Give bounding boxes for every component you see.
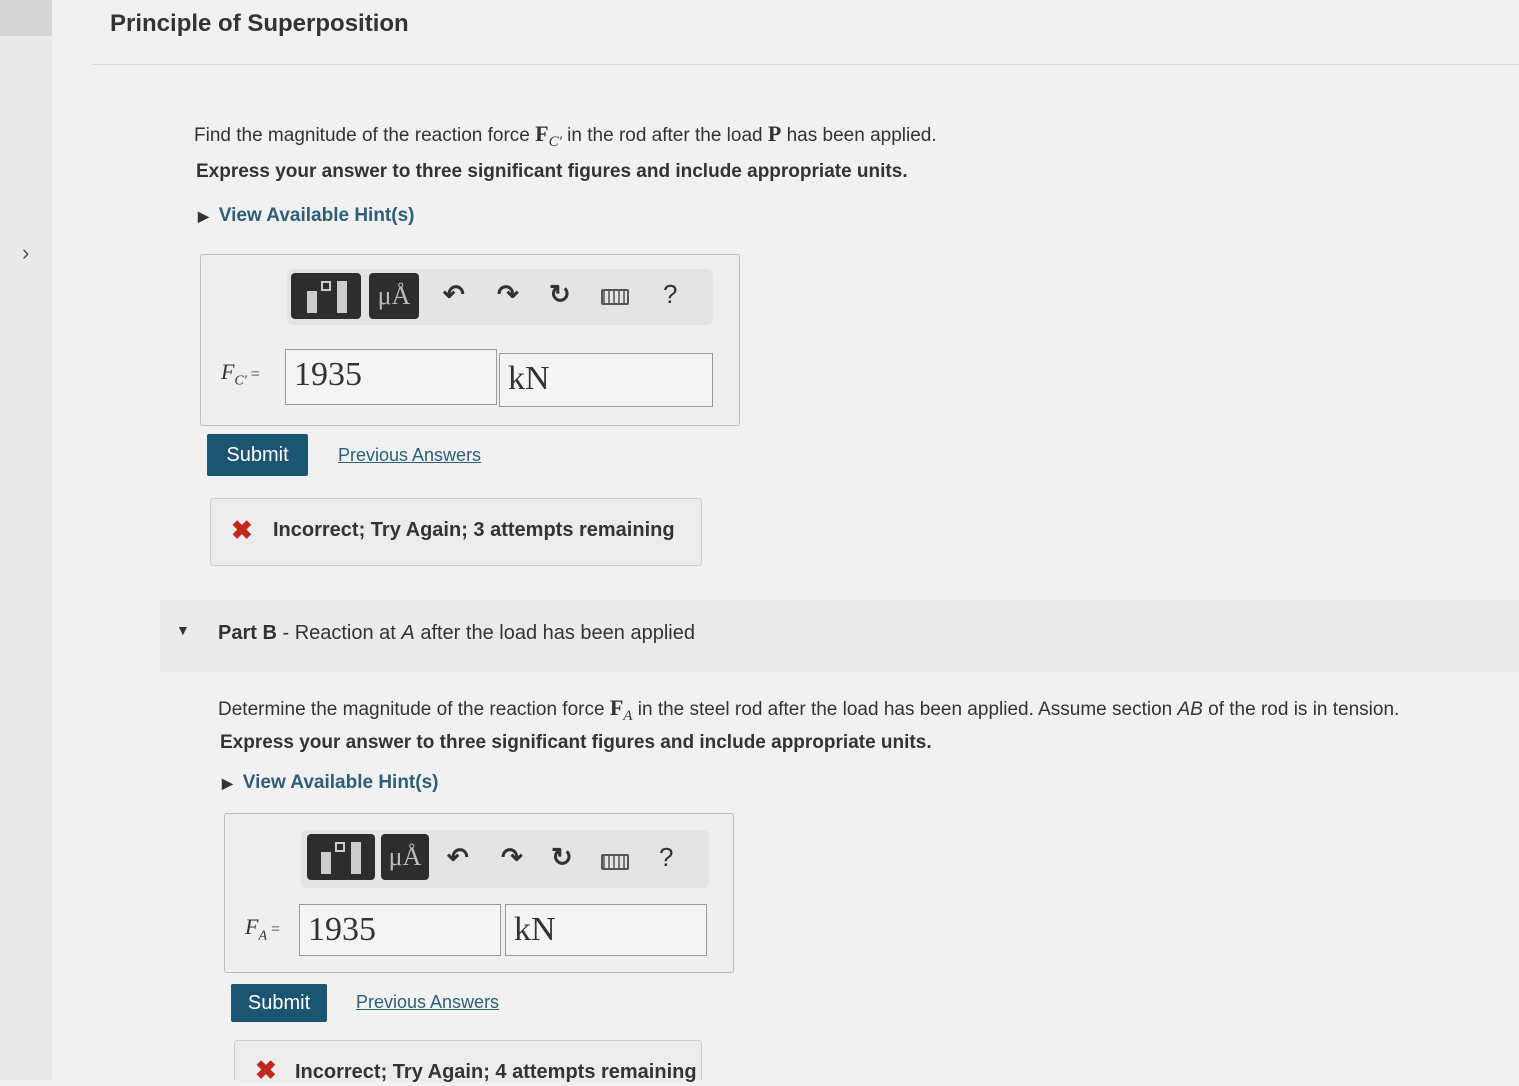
- previous-answers-link[interactable]: Previous Answers: [356, 992, 499, 1013]
- templates-button[interactable]: [307, 834, 375, 880]
- caret-right-icon: ▶: [222, 775, 233, 791]
- title-divider: [92, 64, 1519, 65]
- templates-button[interactable]: [291, 273, 361, 319]
- variable-symbol: F: [221, 359, 235, 384]
- force-symbol: F: [609, 695, 624, 720]
- units-input[interactable]: kN: [499, 353, 713, 407]
- part-b-question: Determine the magnitude of the reaction …: [218, 695, 1399, 725]
- units-label: μÅ: [388, 842, 422, 871]
- variable-subscript: A: [258, 928, 268, 944]
- part-b-instructions: Express your answer to three significant…: [220, 732, 932, 753]
- undo-icon[interactable]: ↶: [447, 842, 469, 873]
- question-text: Find the magnitude of the reaction force: [194, 125, 536, 146]
- value-input[interactable]: 1935: [285, 349, 497, 405]
- keyboard-icon[interactable]: [601, 289, 629, 305]
- help-icon[interactable]: ?: [663, 279, 677, 310]
- math-toolbar: μÅ ↶ ↷ ↻ ?: [301, 830, 709, 888]
- caret-down-icon[interactable]: ▼: [176, 622, 190, 638]
- value-input[interactable]: 1935: [299, 904, 501, 956]
- part-a-feedback: ✖ Incorrect; Try Again; 3 attempts remai…: [210, 498, 702, 566]
- reset-icon[interactable]: ↻: [551, 842, 573, 873]
- variable-label: FC′ =: [221, 359, 260, 389]
- question-text: in the rod after the load: [561, 125, 768, 146]
- section-variable: AB: [1177, 699, 1203, 720]
- keyboard-icon[interactable]: [601, 854, 629, 870]
- incorrect-icon: ✖: [255, 1055, 277, 1085]
- feedback-message: Incorrect; Try Again; 4 attempts remaini…: [295, 1061, 697, 1083]
- heading-separator: -: [276, 622, 295, 644]
- template-icon: [307, 291, 317, 313]
- left-sidebar: ›: [0, 0, 52, 1080]
- previous-answers-link[interactable]: Previous Answers: [338, 445, 481, 466]
- part-b-feedback: ✖ Incorrect; Try Again; 4 attempts remai…: [234, 1040, 702, 1085]
- undo-icon[interactable]: ↶: [443, 279, 465, 310]
- units-button[interactable]: μÅ: [381, 834, 429, 880]
- question-text: Determine the magnitude of the reaction …: [218, 699, 610, 720]
- part-b-answer-panel: μÅ ↶ ↷ ↻ ? FA = 1935 kN: [224, 813, 734, 973]
- template-icon: [335, 842, 345, 852]
- variable-label: FA =: [245, 914, 280, 944]
- heading-text: Reaction at: [294, 622, 402, 644]
- submit-button[interactable]: Submit: [231, 984, 327, 1022]
- variable-subscript: C′: [234, 373, 247, 389]
- load-symbol: P: [767, 121, 782, 146]
- part-b-heading[interactable]: Part B - Reaction at A after the load ha…: [218, 622, 695, 645]
- equals-sign: =: [250, 366, 260, 383]
- units-label: μÅ: [377, 281, 411, 310]
- caret-right-icon: ▶: [198, 208, 209, 224]
- hint-label: View Available Hint(s): [218, 205, 415, 226]
- template-icon: [321, 281, 331, 291]
- equals-sign: =: [271, 921, 281, 938]
- sidebar-header: [0, 0, 52, 36]
- math-toolbar: μÅ ↶ ↷ ↻ ?: [287, 269, 713, 325]
- question-text: has been applied.: [781, 125, 937, 146]
- part-a-question: Find the magnitude of the reaction force…: [194, 121, 937, 151]
- force-subscript: C′: [548, 133, 562, 150]
- template-icon: [337, 281, 347, 313]
- question-text: of the rod is in tension.: [1202, 699, 1400, 720]
- incorrect-icon: ✖: [231, 515, 253, 545]
- part-a-answer-panel: μÅ ↶ ↷ ↻ ? FC′ = 1935 kN: [200, 254, 740, 426]
- template-icon: [321, 852, 331, 874]
- help-icon[interactable]: ?: [659, 842, 673, 873]
- part-label: Part B: [218, 622, 277, 644]
- heading-text: after the load has been applied: [414, 622, 695, 644]
- feedback-message: Incorrect; Try Again; 3 attempts remaini…: [273, 519, 675, 541]
- part-a-hint-link[interactable]: ▶ View Available Hint(s): [198, 205, 414, 227]
- heading-variable: A: [401, 622, 415, 644]
- question-text: in the steel rod after the load has been…: [632, 699, 1178, 720]
- reset-icon[interactable]: ↻: [549, 279, 571, 310]
- redo-icon[interactable]: ↷: [501, 842, 523, 873]
- part-b-hint-link[interactable]: ▶ View Available Hint(s): [222, 772, 438, 794]
- units-button[interactable]: μÅ: [369, 273, 419, 319]
- hint-label: View Available Hint(s): [242, 772, 439, 793]
- submit-button[interactable]: Submit: [207, 434, 308, 476]
- page-title: Principle of Superposition: [110, 10, 409, 37]
- variable-symbol: F: [245, 914, 259, 939]
- part-a-instructions: Express your answer to three significant…: [196, 161, 908, 182]
- template-icon: [351, 842, 361, 874]
- chevron-right-icon[interactable]: ›: [22, 240, 29, 266]
- units-input[interactable]: kN: [505, 904, 707, 956]
- force-symbol: F: [535, 121, 549, 146]
- redo-icon[interactable]: ↷: [497, 279, 519, 310]
